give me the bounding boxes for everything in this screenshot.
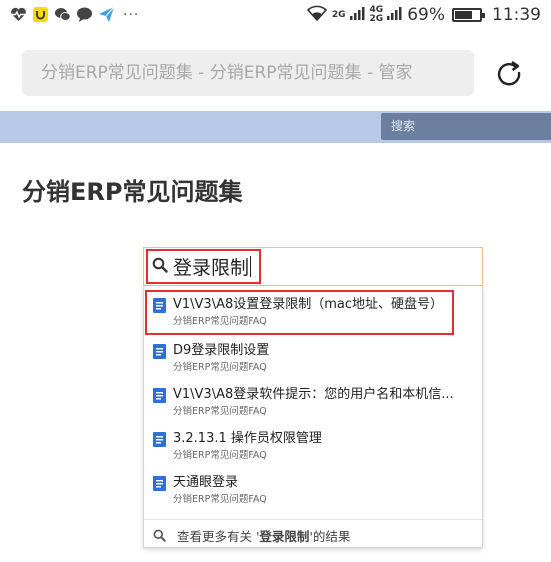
heart-pulse-icon xyxy=(10,6,27,23)
reload-icon[interactable] xyxy=(494,58,524,88)
wifi-icon xyxy=(306,4,328,26)
text-caret xyxy=(250,256,252,277)
result-space: 分销ERP常见问题FAQ xyxy=(173,450,267,461)
wechat-icon xyxy=(54,6,71,23)
page-title: 分销ERP常见问题集 xyxy=(22,178,243,206)
status-bar: ··· 2G 4G 2G 69% 11:39 xyxy=(0,0,551,34)
search-result-item[interactable]: V1\V3\A8登录软件提示：您的用户名和本机信... 分销ERP常见问题FAQ xyxy=(144,376,482,420)
see-more-results-link[interactable]: 查看更多有关 '登录限制'的结果 xyxy=(144,519,482,547)
search-query-highlight[interactable]: 登录限制 xyxy=(146,249,261,284)
search-result-item[interactable]: 3.2.13.1 操作员权限管理 分销ERP常见问题FAQ xyxy=(144,420,482,464)
battery-percent: 69% xyxy=(407,5,445,25)
url-bar[interactable]: 分销ERP常见问题集 - 分销ERP常见问题集 - 管家 xyxy=(22,50,474,96)
result-space: 分销ERP常见问题FAQ xyxy=(173,362,267,373)
send-plane-icon xyxy=(98,6,115,23)
document-icon xyxy=(153,388,166,403)
document-icon xyxy=(153,476,166,491)
result-title: D9登录限制设置 xyxy=(173,343,270,358)
system-indicators: 2G 4G 2G 69% 11:39 xyxy=(306,4,541,26)
battery-icon xyxy=(452,8,485,22)
network-type-label: 2G xyxy=(369,14,384,24)
app-badge-icon xyxy=(32,6,49,23)
document-icon xyxy=(153,432,166,447)
network-type-stack: 4G 2G xyxy=(370,6,384,24)
see-more-results-label: 查看更多有关 '登录限制'的结果 xyxy=(177,526,350,545)
see-more-prefix: 查看更多有关 ' xyxy=(177,529,260,544)
signal-icon xyxy=(387,5,403,25)
result-space: 分销ERP常见问题FAQ xyxy=(173,406,267,417)
battery-level xyxy=(455,11,472,19)
chat-bubble-icon xyxy=(76,6,93,23)
page: ··· 2G 4G 2G 69% 11:39 分销ERP常见问题集 - 分销ER… xyxy=(0,0,551,562)
clock: 11:39 xyxy=(492,5,541,25)
result-space: 分销ERP常见问题FAQ xyxy=(173,494,267,505)
more-notifications-indicator: ··· xyxy=(123,6,140,23)
signal-icon xyxy=(349,5,366,25)
see-more-suffix: '的结果 xyxy=(309,529,351,544)
search-icon xyxy=(152,257,168,277)
first-result-highlight xyxy=(145,290,454,335)
notification-icons: ··· xyxy=(10,6,139,23)
search-result-item[interactable]: 天通眼登录 分销ERP常见问题FAQ xyxy=(144,464,482,508)
document-icon xyxy=(153,344,166,359)
see-more-query: 登录限制 xyxy=(259,529,310,544)
result-title: 3.2.13.1 操作员权限管理 xyxy=(173,431,322,446)
network-type-label: 2G xyxy=(331,9,346,20)
search-query-text: 登录限制 xyxy=(173,257,250,279)
result-title: V1\V3\A8登录软件提示：您的用户名和本机信... xyxy=(173,387,454,402)
search-result-item[interactable]: D9登录限制设置 分销ERP常见问题FAQ xyxy=(144,332,482,376)
result-title: 天通眼登录 xyxy=(173,475,239,490)
header-search-input[interactable]: 搜索 xyxy=(381,113,551,140)
search-icon xyxy=(153,527,166,546)
